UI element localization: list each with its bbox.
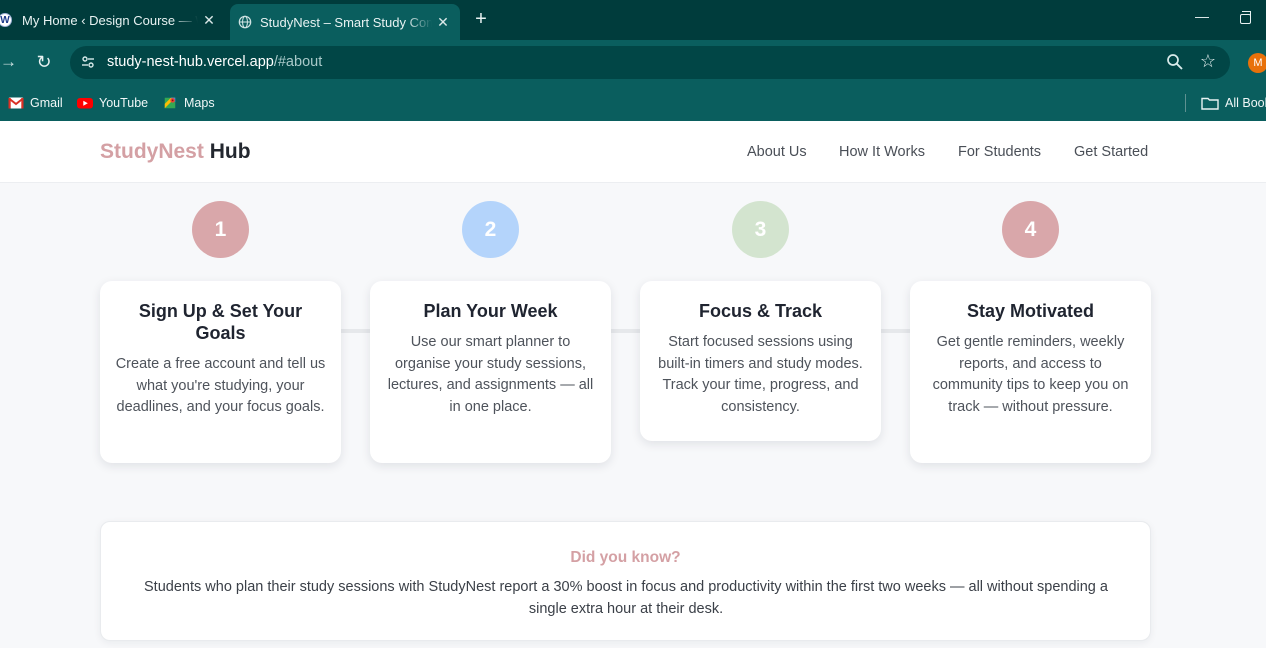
- maps-icon: [164, 97, 176, 109]
- step-card-1: Sign Up & Set Your Goals Create a free a…: [100, 281, 341, 463]
- step-title: Stay Motivated: [966, 301, 1095, 321]
- bookmark-star-icon[interactable]: ☆: [1198, 51, 1218, 71]
- nav-how-it-works[interactable]: How It Works: [839, 144, 925, 160]
- step-1-number: 1: [192, 201, 249, 258]
- forward-icon[interactable]: →: [0, 53, 18, 71]
- step-title: Plan Your Week: [423, 301, 558, 321]
- profile-avatar[interactable]: M: [1248, 53, 1266, 73]
- step-description: Get gentle reminders, weekly reports, an…: [932, 334, 1129, 415]
- step-title: Focus & Track: [698, 301, 823, 321]
- step-description: Start focused sessions using built-in ti…: [658, 334, 863, 415]
- zoom-icon[interactable]: [1166, 53, 1184, 71]
- restore-icon[interactable]: [1240, 11, 1251, 24]
- url-path: /#about: [273, 54, 323, 70]
- step-4-number: 4: [1002, 201, 1059, 258]
- bookmark-label: Maps: [184, 96, 215, 110]
- step-card-3: Focus & Track Start focused sessions usi…: [640, 281, 881, 441]
- site-header: StudyNest Hub About Us How It Works For …: [0, 121, 1266, 183]
- did-you-know-box: Did you know? Students who plan their st…: [100, 521, 1151, 641]
- step-description: Use our smart planner to organise your s…: [387, 334, 594, 415]
- wordpress-icon: W: [0, 13, 12, 27]
- step-description: Create a free account and tell us what y…: [115, 356, 326, 415]
- gmail-icon: [8, 97, 24, 109]
- tab-title: My Home ‹ Design Course — WordPress: [22, 12, 198, 28]
- bookmark-youtube[interactable]: YouTube: [77, 93, 148, 113]
- close-icon[interactable]: ✕: [432, 11, 454, 33]
- tab-studynest[interactable]: StudyNest – Smart Study Companion ✕: [230, 4, 460, 40]
- step-card-4: Stay Motivated Get gentle reminders, wee…: [910, 281, 1151, 463]
- tab-title: StudyNest – Smart Study Companion: [260, 14, 432, 30]
- did-you-know-title: Did you know?: [570, 549, 681, 566]
- all-bookmarks-button[interactable]: All Bookmarks: [1201, 93, 1266, 113]
- close-icon[interactable]: ✕: [198, 9, 220, 31]
- step-2-number: 2: [462, 201, 519, 258]
- bookmark-maps[interactable]: Maps: [162, 93, 215, 113]
- url-host: study-nest-hub.vercel.app: [107, 54, 274, 70]
- brand-logo[interactable]: StudyNest Hub: [100, 140, 251, 164]
- bookmarks-divider: [1185, 94, 1186, 112]
- brand-name-secondary: Hub: [209, 140, 251, 163]
- bookmarks-bar: Gmail YouTube Maps All Bookmarks: [0, 85, 1266, 121]
- new-tab-button[interactable]: +: [470, 9, 492, 31]
- did-you-know-text: Students who plan their study sessions w…: [144, 579, 1108, 617]
- step-3-number: 3: [732, 201, 789, 258]
- step-title: Sign Up & Set Your Goals: [138, 301, 303, 343]
- reload-icon[interactable]: ↻: [35, 52, 53, 72]
- minimize-icon[interactable]: —: [1193, 8, 1211, 30]
- address-bar[interactable]: study-nest-hub.vercel.app/#about ☆: [70, 46, 1230, 79]
- globe-icon: [238, 15, 252, 29]
- site-info-icon[interactable]: [80, 54, 96, 70]
- bookmark-label: YouTube: [99, 96, 149, 110]
- nav-get-started[interactable]: Get Started: [1074, 144, 1148, 160]
- tab-wordpress[interactable]: W My Home ‹ Design Course — WordPress ✕: [0, 0, 226, 40]
- folder-icon: [1201, 97, 1219, 110]
- youtube-icon: [77, 98, 93, 109]
- bookmark-label: Gmail: [30, 96, 63, 110]
- nav-about-us[interactable]: About Us: [747, 144, 807, 160]
- all-bookmarks-label: All Bookmarks: [1225, 96, 1266, 110]
- browser-tab-strip: W My Home ‹ Design Course — WordPress ✕ …: [0, 0, 1266, 40]
- bookmark-gmail[interactable]: Gmail: [8, 93, 63, 113]
- brand-name-primary: StudyNest: [100, 140, 204, 163]
- browser-toolbar: → ↻ study-nest-hub.vercel.app/#about ☆ M: [0, 40, 1266, 85]
- url-text[interactable]: study-nest-hub.vercel.app/#about: [107, 54, 322, 70]
- nav-for-students[interactable]: For Students: [958, 144, 1041, 160]
- step-card-2: Plan Your Week Use our smart planner to …: [370, 281, 611, 463]
